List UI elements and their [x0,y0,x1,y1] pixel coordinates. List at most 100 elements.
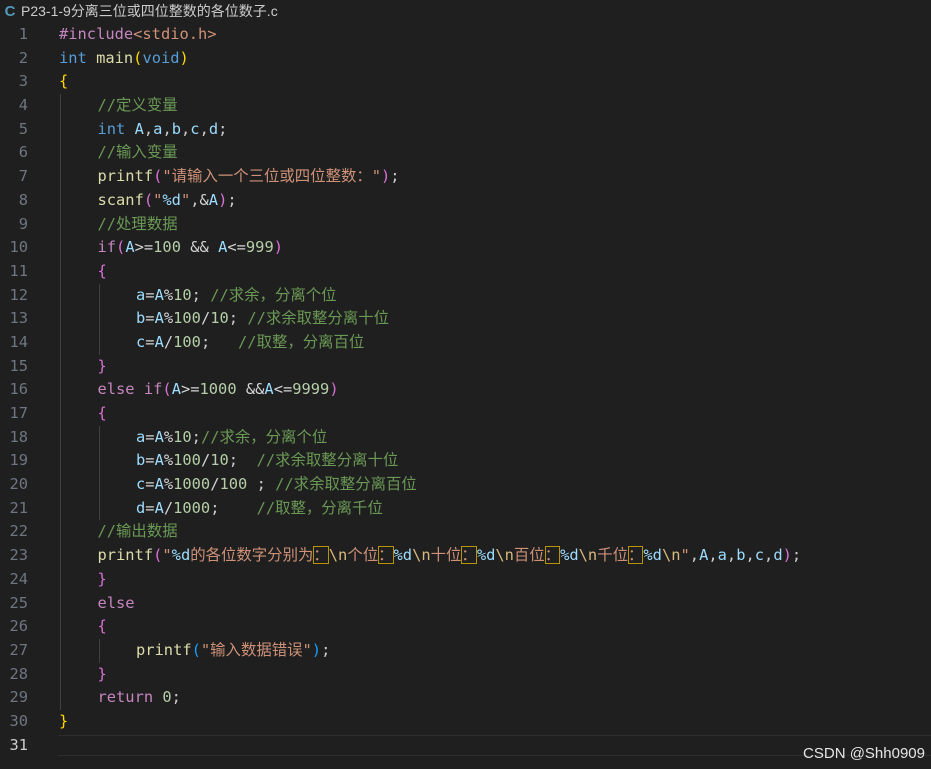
code-token: 1000 [173,475,211,494]
code-token: , [190,190,200,209]
code-token: else [97,380,135,399]
indent-guide [60,496,61,521]
code-token: 100 [173,309,201,328]
code-token: //求余，分离个位 [210,285,337,304]
indent-guide [60,402,61,426]
code-line[interactable]: 5 int A,a,b,c,d; [0,117,931,142]
line-number: 25 [9,593,28,612]
code-line[interactable]: 14 c=A/100; //取整，分离百位 [0,330,931,355]
code-text: else if(A>=1000 &&A<=9999) [98,378,339,402]
code-line[interactable]: 7 printf("请输入一个三位或四位整数："); [0,165,931,189]
code-line[interactable]: 28} [0,662,931,687]
code-line[interactable]: 26 { [0,615,931,639]
code-line[interactable]: 15} [0,354,931,379]
code-text: #include<stdio.h> [59,23,217,47]
code-token: A [171,380,181,399]
code-line[interactable]: 23 printf("%d的各位数字分别为：\n个位：%d\n十位：%d\n百位：… [0,544,931,568]
indent-guide [60,591,61,616]
code-token: //处理数据 [97,214,178,233]
code-token: ( [116,238,126,257]
code-line[interactable]: 22 //输出数据 [0,520,931,545]
indent-guide [98,638,100,663]
code-token: %d [393,546,413,565]
code-token: <stdio.h> [133,25,217,43]
code-token: ; [191,285,201,304]
code-token: A [208,190,219,209]
c-language-icon: C [4,2,16,20]
line-number: 26 [9,617,28,636]
code-text: a=A%10;//求余，分离个位 [136,426,327,450]
line-number: 24 [9,569,28,588]
code-line[interactable]: 19 b=A%100/10; //求余取整分离十位 [0,449,931,474]
code-line[interactable]: 9 //处理数据 [0,212,931,237]
code-line[interactable]: 18 a=A%10;//求余，分离个位 [0,425,931,450]
code-line[interactable]: 29 return 0; [0,686,931,710]
code-text: { [98,260,107,284]
code-token: ; [228,309,239,328]
code-text: if(A>=100 && A<=999) [98,236,284,260]
code-token: 十位 [430,546,462,565]
indent-guide [60,188,61,213]
indent-guide [98,473,100,497]
code-token: c [136,475,146,494]
code-line[interactable]: 4 //定义变量 [0,94,931,118]
code-line[interactable]: 20 c=A%1000/100 ; //求余取整分离百位 [0,473,931,497]
code-line[interactable]: 17 { [0,402,931,426]
code-line[interactable]: 6 //输入变量 [0,141,931,166]
code-token: , [708,546,718,565]
line-number: 14 [9,332,28,351]
code-token: " [180,190,191,209]
indent-guide [60,686,61,710]
line-number: 11 [9,261,28,280]
line-number: 8 [18,190,28,209]
code-token: ; [321,640,331,659]
code-token: d [136,498,146,517]
code-line[interactable]: 16 else if(A>=1000 &&A<=9999) [0,378,931,402]
code-line[interactable]: 1 #include<stdio.h> [0,23,931,47]
code-line[interactable]: 3{ [0,70,931,94]
code-token: "输入数据错误" [200,640,312,659]
code-line[interactable]: 2 int main(void) [0,47,931,71]
code-line[interactable]: 31 [0,734,931,758]
code-text: printf("请输入一个三位或四位整数："); [98,165,400,189]
code-token: %d [643,546,662,565]
code-line[interactable]: 11 { [0,259,931,284]
indent-guide [60,638,61,663]
code-token: b [136,451,146,470]
code-line[interactable]: 25 else [0,591,931,616]
code-token: , [689,546,700,565]
line-number: 7 [18,167,28,186]
code-token: , [181,119,191,138]
editor-tab[interactable]: C P23-1-9分离三位或四位整数的各位数子.c [0,0,284,22]
code-token: % [163,475,174,494]
code-token: % [163,427,174,446]
code-line[interactable]: 10 if(A>=100 && A<=999) [0,236,931,260]
code-token: && [245,380,265,399]
code-token: ： [313,546,329,565]
code-line[interactable]: 8 scanf("%d",&A); [0,188,931,213]
code-token: //输出数据 [97,522,178,541]
code-token: \n [495,546,514,565]
code-line[interactable]: 24} [0,567,931,592]
code-line[interactable]: 30} [0,710,931,734]
code-token: " [153,190,163,209]
code-token: ： [628,546,644,565]
code-editor[interactable]: 1 #include<stdio.h> 2 int main(void) 3{4//定义… [0,23,931,757]
line-number: 13 [9,309,28,328]
code-token: d [773,546,783,565]
code-line[interactable]: 27 printf("输入数据错误"); [0,638,931,663]
code-token: //输入变量 [97,143,178,162]
code-line[interactable]: 21 d=A/1000; //取整，分离千位 [0,496,931,521]
code-line[interactable]: 13 b=A%100/10; //求余取整分离十位 [0,307,931,331]
code-token: ( [162,380,172,399]
code-token: ) [782,546,792,565]
code-text: } [98,355,107,379]
indent-guide [60,259,61,284]
code-text: d=A/1000; //取整，分离千位 [136,497,383,521]
tab-filename: P23-1-9分离三位或四位整数的各位数子.c [21,3,278,19]
indent-guide [98,307,100,331]
code-line[interactable]: 12 a=A%10; //求余，分离个位 [0,283,931,308]
watermark: CSDN @Shh0909 [803,745,925,762]
